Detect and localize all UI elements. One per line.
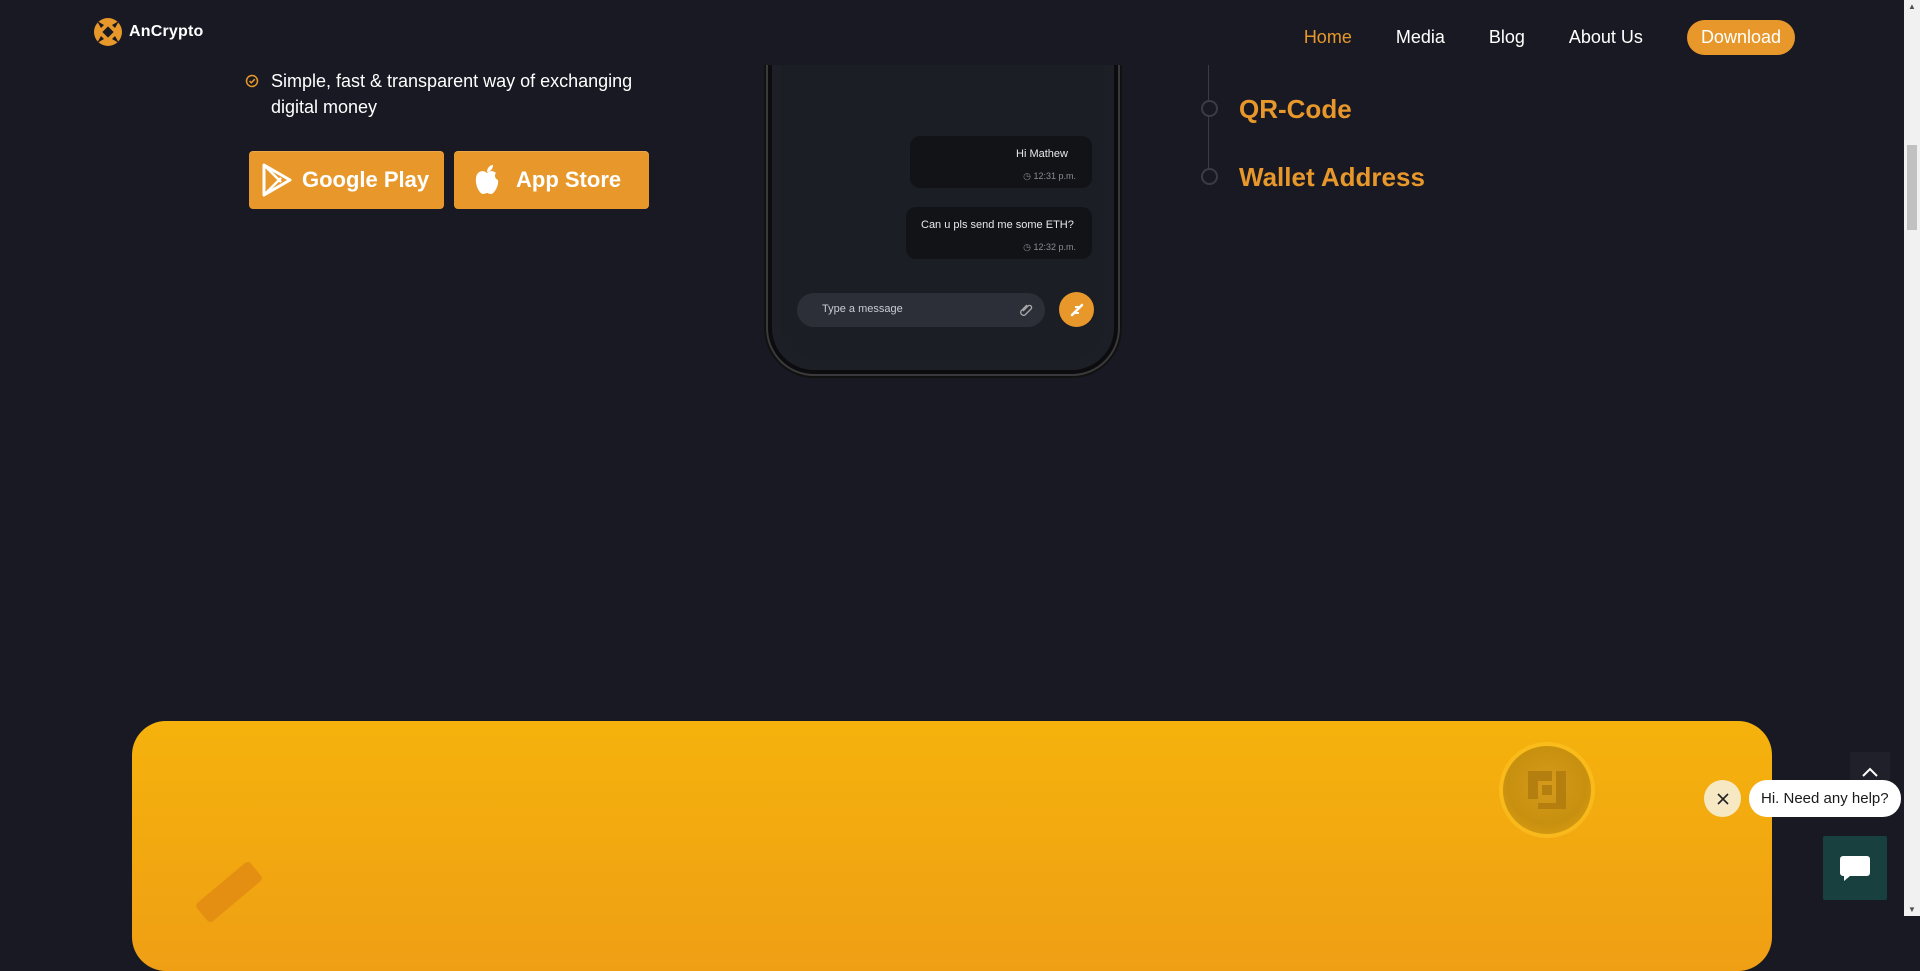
phone-screen: Hi Mathew ◷ 12:31 p.m. Can u pls send me… — [782, 40, 1104, 360]
timeline-dot — [1201, 100, 1218, 117]
chat-message-time: ◷ 12:31 p.m. — [1023, 171, 1076, 181]
check-circle-icon — [245, 74, 259, 88]
chevron-up-icon — [1862, 767, 1878, 777]
scroll-down-arrow-icon[interactable]: ▼ — [1908, 905, 1916, 914]
send-icon — [1070, 303, 1083, 316]
chat-message: Can u pls send me some ETH? ◷ 12:32 p.m. — [906, 207, 1092, 259]
ancrypto-logo-icon — [94, 18, 122, 46]
google-play-icon — [262, 163, 292, 197]
clock-icon: ◷ — [1023, 242, 1031, 252]
google-play-label: Google Play — [302, 167, 430, 192]
clock-icon: ◷ — [1023, 171, 1031, 181]
coin-symbol-icon — [1528, 771, 1566, 809]
chat-message: Hi Mathew ◷ 12:31 p.m. — [910, 136, 1092, 188]
chat-launcher-button[interactable] — [1823, 836, 1887, 900]
timeline-item-wallet-address: Wallet Address — [1239, 162, 1425, 192]
nav-about-us[interactable]: About Us — [1569, 20, 1643, 55]
app-store-label: App Store — [516, 167, 622, 192]
main-nav: Home Media Blog About Us Download — [1304, 20, 1795, 55]
nav-home[interactable]: Home — [1304, 20, 1352, 55]
chat-message-time: ◷ 12:32 p.m. — [1023, 242, 1076, 252]
phone-mockup: Hi Mathew ◷ 12:31 p.m. Can u pls send me… — [768, 40, 1118, 374]
brand-name: AnCrypto — [129, 23, 204, 40]
message-input[interactable]: Type a message — [797, 293, 1045, 327]
timeline-dot — [1201, 168, 1218, 185]
feature-item: Simple, fast & transparent way of exchan… — [245, 68, 645, 120]
scrollbar-thumb[interactable] — [1907, 145, 1917, 230]
page-scrollbar[interactable]: ▲ ▼ — [1904, 0, 1920, 916]
scroll-up-arrow-icon[interactable]: ▲ — [1908, 2, 1916, 11]
timeline-item-qr-code: QR-Code — [1239, 94, 1352, 124]
feature-text: Simple, fast & transparent way of exchan… — [271, 71, 633, 117]
chat-message-text: Hi Mathew — [1016, 148, 1068, 160]
site-header: AnCrypto Home Media Blog About Us Downlo… — [0, 0, 1904, 65]
nav-media[interactable]: Media — [1396, 20, 1445, 55]
apple-icon — [475, 165, 499, 194]
timeline-line — [1208, 65, 1209, 176]
send-button[interactable] — [1059, 292, 1094, 327]
message-input-placeholder: Type a message — [822, 303, 903, 315]
nav-blog[interactable]: Blog — [1489, 20, 1525, 55]
google-play-button[interactable]: Google Play — [249, 151, 444, 209]
brand-logo[interactable]: AnCrypto — [93, 17, 203, 47]
attachment-icon[interactable] — [1019, 302, 1033, 316]
chat-close-button[interactable] — [1704, 780, 1741, 817]
chat-greeting[interactable]: Hi. Need any help? — [1749, 780, 1901, 817]
close-icon — [1716, 792, 1729, 805]
coin-icon — [1503, 746, 1591, 834]
download-button[interactable]: Download — [1686, 20, 1795, 55]
chat-icon — [1840, 856, 1870, 881]
app-store-button[interactable]: App Store — [454, 151, 649, 209]
chat-message-text: Can u pls send me some ETH? — [921, 219, 1074, 231]
